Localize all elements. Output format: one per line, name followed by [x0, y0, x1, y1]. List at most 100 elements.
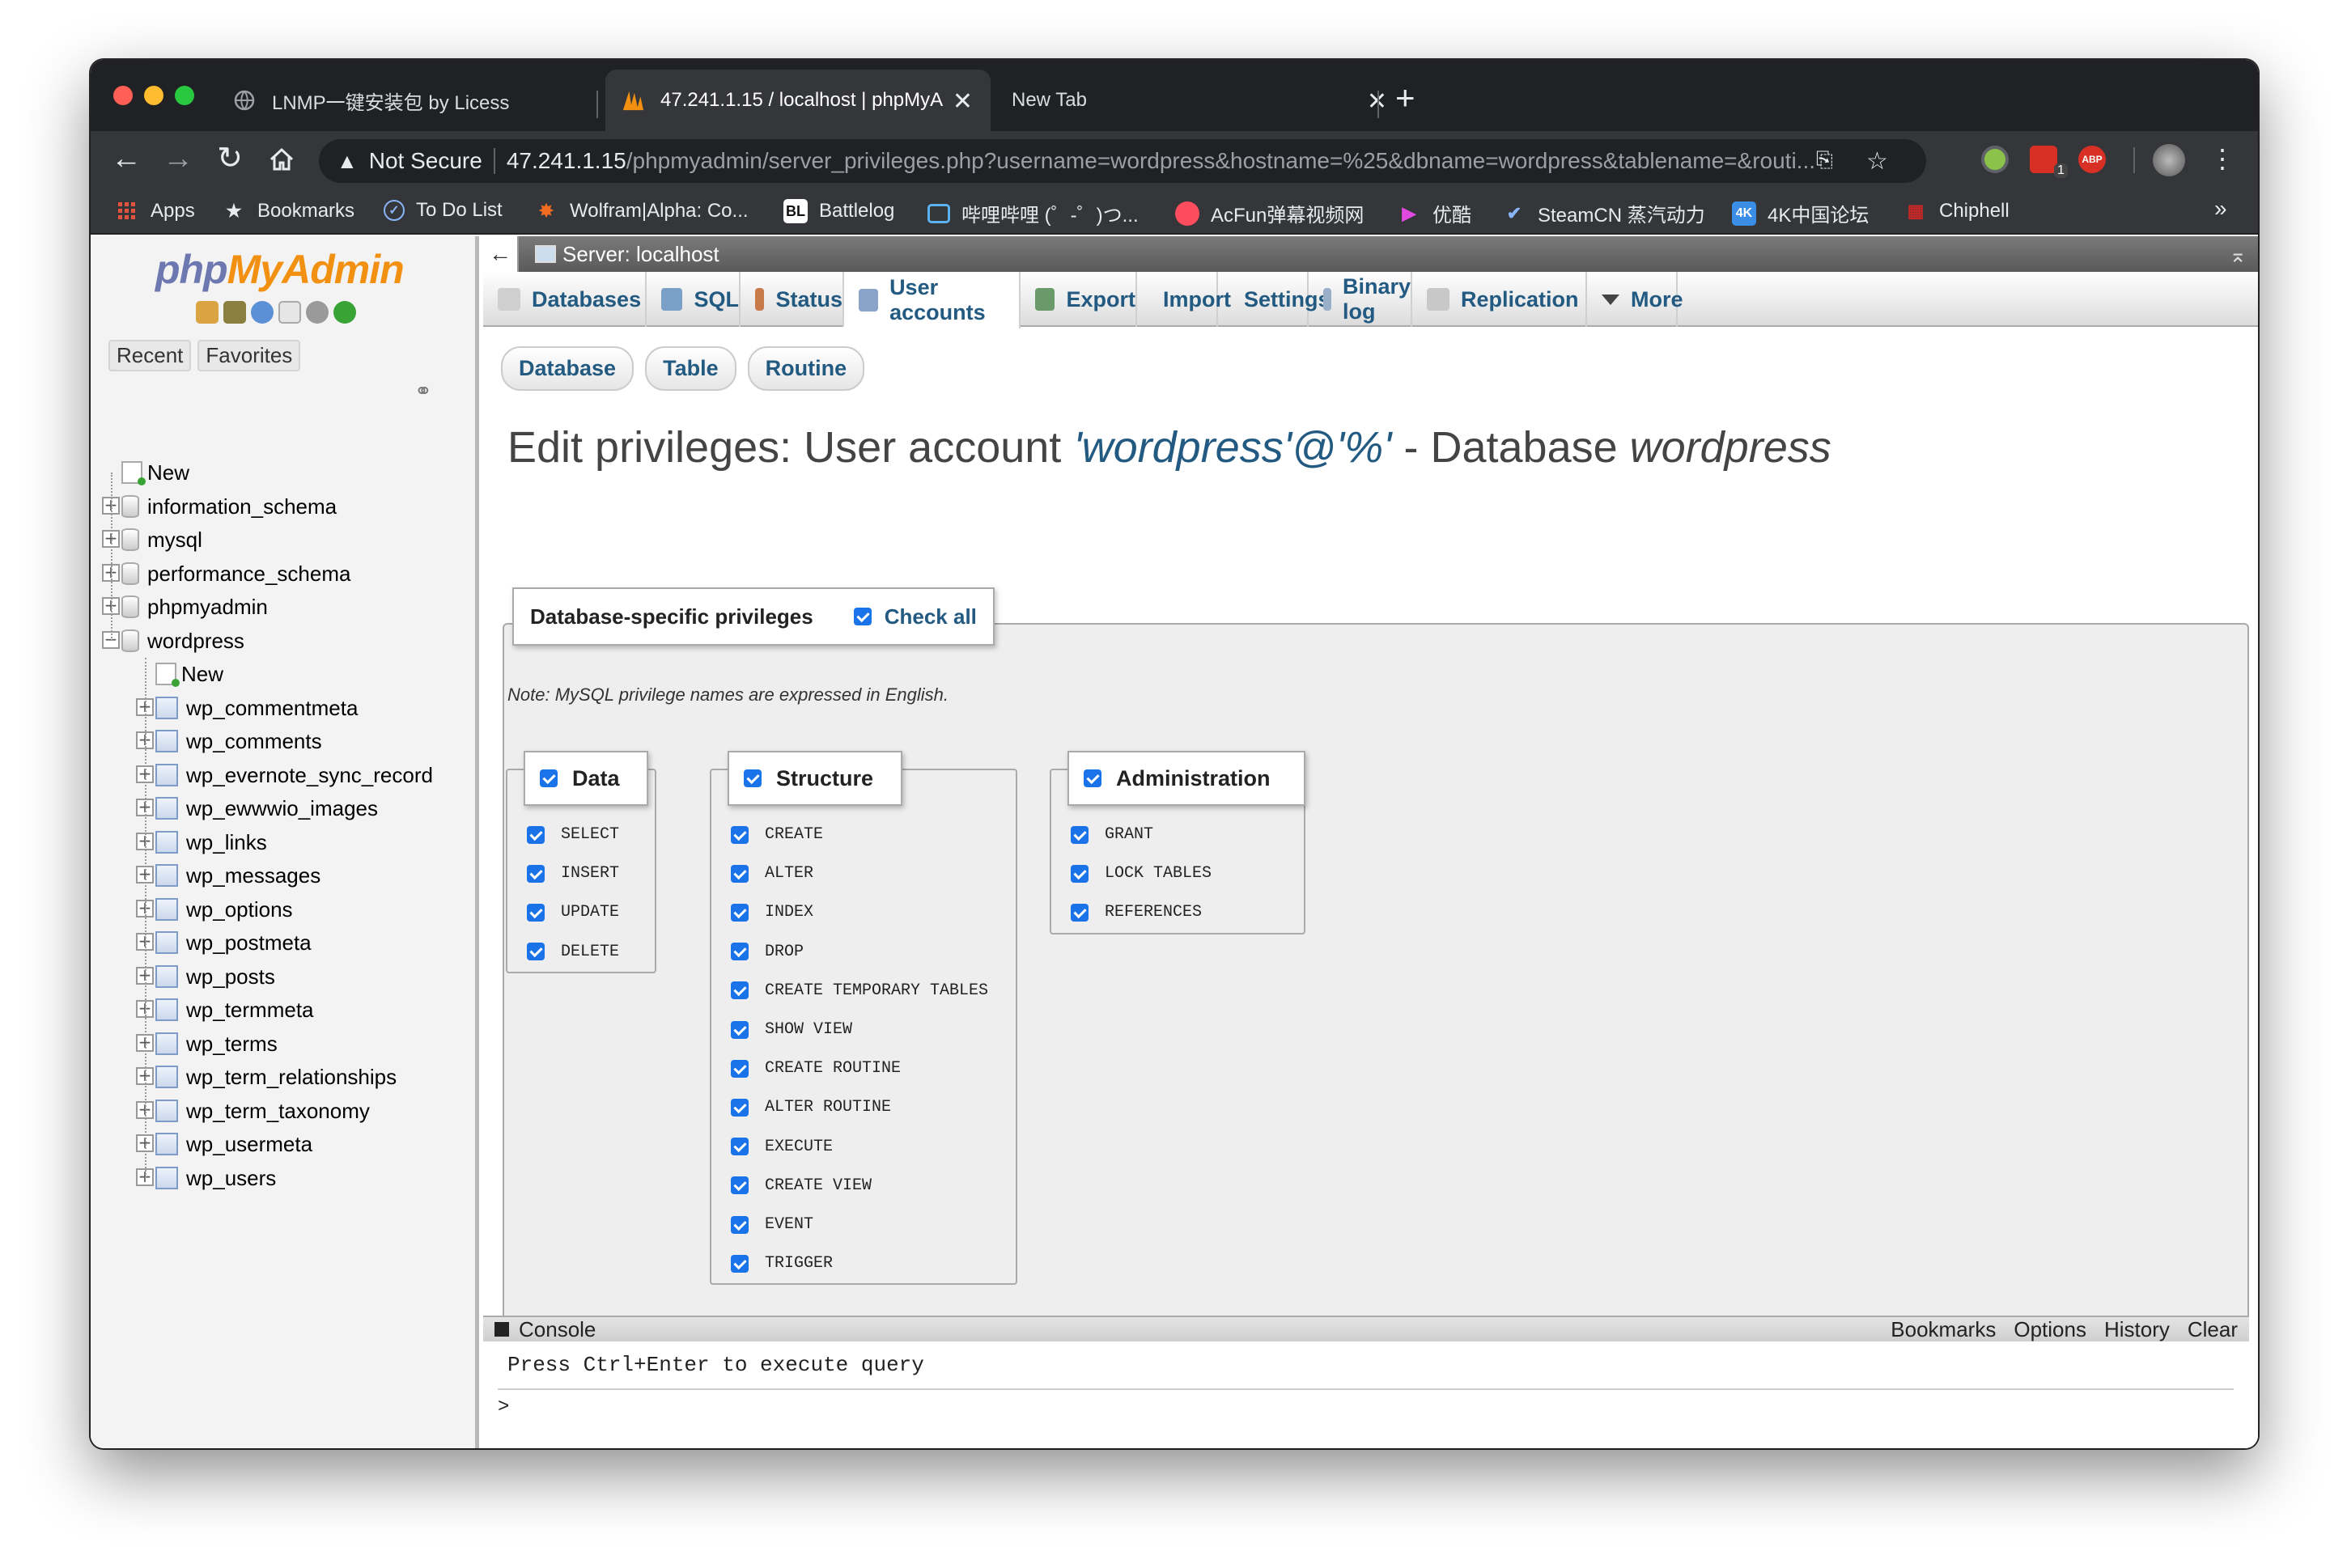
tab-export[interactable]: Export — [1021, 272, 1137, 327]
privilege-checkbox[interactable] — [731, 1059, 749, 1078]
tree-node[interactable]: + performance_schema — [102, 557, 474, 591]
privilege-checkbox[interactable] — [731, 981, 749, 1000]
new-tab-button[interactable]: + — [1395, 81, 1415, 115]
privilege-item[interactable]: REFERENCES — [1071, 903, 1202, 922]
link-chain-icon[interactable]: ⚭ — [414, 379, 432, 404]
tree-node[interactable]: + wp_users — [102, 1162, 474, 1196]
privilege-item[interactable]: ALTER ROUTINE — [731, 1098, 891, 1117]
tree-node[interactable]: + wp_options — [102, 893, 474, 927]
tab-replication[interactable]: Replication — [1412, 272, 1587, 327]
privilege-item[interactable]: DROP — [731, 943, 804, 961]
logout-icon[interactable] — [223, 301, 246, 324]
privilege-checkbox[interactable] — [527, 825, 545, 844]
forward-button[interactable]: → — [160, 141, 196, 176]
tree-node[interactable]: + wp_terms — [102, 1028, 474, 1062]
check-all-toggle[interactable]: Check all — [853, 604, 977, 629]
privilege-item[interactable]: TRIGGER — [731, 1254, 833, 1273]
adblock-icon[interactable]: ABP — [2078, 146, 2106, 173]
privilege-checkbox[interactable] — [731, 825, 749, 844]
tab-import[interactable]: Import — [1137, 272, 1231, 327]
help-icon[interactable] — [251, 301, 274, 324]
privilege-group-header[interactable]: Structure — [728, 751, 902, 806]
reload-button[interactable]: ↻ — [212, 141, 248, 176]
privilege-item[interactable]: UPDATE — [527, 903, 619, 922]
privilege-checkbox[interactable] — [731, 1215, 749, 1234]
browser-tab[interactable]: New Tab ✕ — [991, 70, 1460, 131]
tab-databases[interactable]: Databases — [483, 272, 647, 327]
check-all-checkbox[interactable] — [853, 608, 872, 625]
bookmark-apps[interactable]: Apps — [115, 199, 195, 223]
privilege-item[interactable]: DELETE — [527, 943, 619, 961]
settings-gear-icon[interactable] — [306, 301, 329, 324]
tab-more[interactable]: More — [1587, 272, 1683, 327]
bookmark-chiphell[interactable]: ▦ Chiphell — [1903, 199, 2010, 223]
home-icon[interactable] — [196, 301, 219, 324]
group-checkbox[interactable] — [744, 769, 762, 787]
bookmark-youku[interactable]: ▶ 优酷 — [1397, 199, 1471, 227]
privilege-item[interactable]: LOCK TABLES — [1071, 864, 1212, 883]
bookmark-steamcn[interactable]: ✔ SteamCN 蒸汽动力 — [1502, 199, 1705, 227]
privilege-group-header[interactable]: Administration — [1067, 751, 1305, 806]
tree-node[interactable]: + wp_usermeta — [102, 1128, 474, 1162]
tree-node[interactable]: + wp_ewwwio_images — [102, 792, 474, 826]
tab-settings[interactable]: Settings — [1218, 272, 1331, 327]
privilege-checkbox[interactable] — [731, 1138, 749, 1156]
tree-node[interactable]: New — [102, 456, 474, 490]
tab-favorites[interactable]: Favorites — [197, 340, 301, 371]
privilege-checkbox[interactable] — [731, 1176, 749, 1195]
collapse-icon[interactable]: ⌅ — [2229, 243, 2247, 268]
privilege-item[interactable]: CREATE VIEW — [731, 1176, 872, 1195]
tree-node[interactable]: + wp_comments — [102, 725, 474, 759]
tab-status[interactable]: Status — [741, 272, 844, 327]
group-checkbox[interactable] — [540, 769, 558, 787]
bookmark-4k[interactable]: 4K 4K中国论坛 — [1732, 199, 1869, 227]
tree-node[interactable]: + phpmyadmin — [102, 591, 474, 625]
tree-node[interactable]: + wp_term_relationships — [102, 1061, 474, 1095]
bookmark-star-icon[interactable]: ☆ — [1866, 147, 1888, 176]
privilege-checkbox[interactable] — [527, 943, 545, 961]
privilege-checkbox[interactable] — [731, 1254, 749, 1273]
home-button[interactable] — [264, 141, 299, 181]
tree-node[interactable]: + wp_messages — [102, 859, 474, 893]
privilege-checkbox[interactable] — [527, 864, 545, 883]
privilege-item[interactable]: CREATE — [731, 825, 823, 844]
privilege-checkbox[interactable] — [731, 903, 749, 922]
menu-icon[interactable]: ⋮ — [2205, 141, 2240, 176]
phpmyadmin-logo[interactable]: phpMyAdmin — [155, 246, 405, 293]
tab-recent[interactable]: Recent — [108, 340, 192, 371]
subtab-table[interactable]: Table — [645, 346, 736, 391]
server-breadcrumb[interactable]: Server: localhost — [535, 242, 719, 267]
privilege-item[interactable]: SHOW VIEW — [731, 1020, 852, 1039]
privilege-checkbox[interactable] — [1071, 825, 1089, 844]
console-bar[interactable]: Console Bookmarks Options History Clear — [483, 1316, 2249, 1341]
translate-icon[interactable]: ⎘ — [1816, 147, 1833, 173]
console-clear-link[interactable]: Clear — [2188, 1317, 2238, 1342]
privilege-checkbox[interactable] — [527, 903, 545, 922]
bookmark-acfun[interactable]: AcFun弹幕视频网 — [1175, 199, 1364, 227]
bookmark-wolfram[interactable]: ✸ Wolfram|Alpha: Co... — [534, 199, 749, 223]
privilege-checkbox[interactable] — [1071, 864, 1089, 883]
privilege-item[interactable]: CREATE TEMPORARY TABLES — [731, 981, 988, 1000]
close-window-button[interactable] — [113, 86, 133, 105]
bookmark-todo[interactable]: ✓ To Do List — [384, 199, 503, 222]
tree-node[interactable]: + wp_evernote_sync_record — [102, 759, 474, 793]
privilege-checkbox[interactable] — [731, 943, 749, 961]
docs-icon[interactable] — [278, 301, 301, 324]
extension-red-icon[interactable] — [2030, 146, 2057, 173]
tab-user-accounts[interactable]: User accounts — [844, 272, 1021, 328]
tab-binary-log[interactable]: Binary log — [1309, 272, 1412, 327]
tree-node[interactable]: + wp_posts — [102, 960, 474, 994]
console-history-link[interactable]: History — [2104, 1317, 2170, 1342]
reload-nav-icon[interactable] — [333, 301, 356, 324]
tree-node[interactable]: New — [102, 658, 474, 692]
collapse-navigation-button[interactable]: ← — [483, 236, 519, 272]
privilege-item[interactable]: SELECT — [527, 825, 619, 844]
privilege-item[interactable]: GRANT — [1071, 825, 1153, 844]
console-input[interactable]: > — [498, 1396, 509, 1418]
tab-sql[interactable]: SQL — [647, 272, 741, 327]
bookmark-bookmarks[interactable]: ★ Bookmarks — [222, 199, 354, 223]
maximize-window-button[interactable] — [175, 86, 194, 105]
console-options-link[interactable]: Options — [2014, 1317, 2086, 1342]
privilege-checkbox[interactable] — [1071, 903, 1089, 922]
extension-green-icon[interactable] — [1981, 146, 2009, 173]
